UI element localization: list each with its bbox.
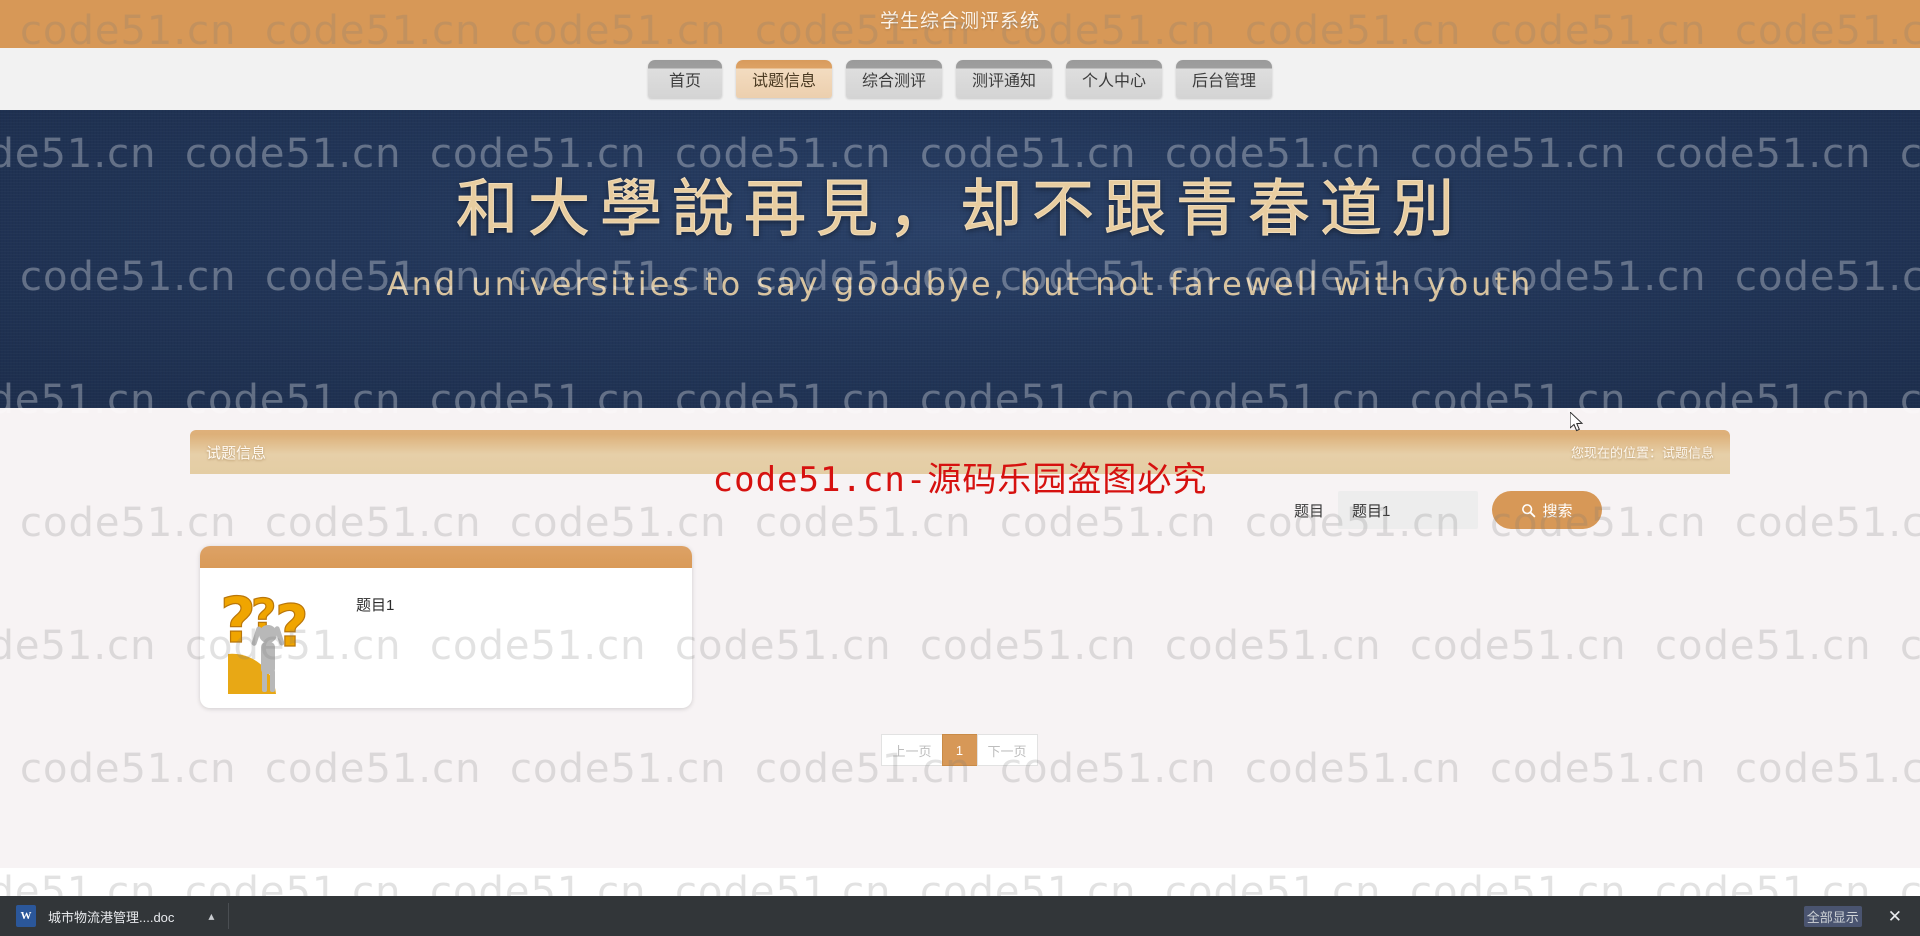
search-icon: [1522, 503, 1536, 517]
search-label: 题目: [1293, 502, 1324, 520]
pagination-page-1[interactable]: 1: [941, 734, 978, 766]
card-body: ? ? ? 题目1: [200, 568, 692, 694]
svg-text:?: ?: [275, 592, 309, 660]
browser-page: 学生综合测评系统 首页 试题信息 综合测评 测评通知 个人中心 后台管理 和大學…: [0, 0, 1920, 936]
card-title: 题目1: [356, 597, 395, 614]
close-icon[interactable]: ✕: [1888, 908, 1902, 925]
search-input[interactable]: [1338, 491, 1478, 529]
search-button[interactable]: 搜索: [1492, 491, 1602, 529]
download-separator: [228, 903, 230, 929]
download-item[interactable]: W 城市物流港管理....doc ▴: [0, 896, 228, 936]
word-doc-icon: W: [16, 905, 36, 927]
breadcrumb: 您现在的位置：试题信息: [1570, 445, 1714, 461]
nav-item-questions[interactable]: 试题信息: [735, 60, 832, 98]
hero-title-cn: 和大學說再見，却不跟青春道別: [455, 172, 1464, 246]
search-button-label: 搜索: [1542, 502, 1573, 520]
hero-subtitle-en: And universities to say goodbye, but not…: [386, 265, 1534, 303]
site-header: 学生综合测评系统: [0, 0, 1920, 48]
card-accent-bar: [200, 546, 692, 568]
question-card-list: ? ? ? 题目1: [190, 546, 1730, 708]
nav-item-admin[interactable]: 后台管理: [1176, 60, 1273, 98]
search-bar: 题目 搜索: [190, 474, 1730, 546]
question-marks-icon: ? ? ?: [218, 576, 328, 694]
nav-item-home[interactable]: 首页: [647, 60, 722, 98]
pagination-prev[interactable]: 上一页: [881, 734, 943, 766]
browser-download-bar: W 城市物流港管理....doc ▴ 全部显示 ✕: [0, 896, 1920, 936]
pagination: 上一页 1 下一页: [190, 734, 1730, 766]
chevron-up-icon[interactable]: ▴: [208, 909, 214, 923]
question-card[interactable]: ? ? ? 题目1: [200, 546, 692, 708]
download-file-name: 城市物流港管理....doc: [48, 909, 175, 925]
hero-banner: 和大學說再見，却不跟青春道別 And universities to say g…: [0, 110, 1920, 408]
panel-header: 试题信息 您现在的位置：试题信息: [190, 430, 1730, 474]
main-nav: 首页 试题信息 综合测评 测评通知 个人中心 后台管理: [0, 48, 1920, 110]
panel-title: 试题信息: [206, 444, 267, 462]
content-container: 试题信息 您现在的位置：试题信息 题目 搜索: [190, 430, 1730, 766]
page-title: 学生综合测评系统: [879, 11, 1040, 32]
nav-item-evaluation[interactable]: 综合测评: [845, 60, 942, 98]
nav-item-profile[interactable]: 个人中心: [1066, 60, 1163, 98]
nav-item-notice[interactable]: 测评通知: [955, 60, 1052, 98]
show-all-downloads-link[interactable]: 全部显示: [1803, 905, 1862, 927]
pagination-next[interactable]: 下一页: [976, 734, 1038, 766]
page-content: 试题信息 您现在的位置：试题信息 题目 搜索: [0, 408, 1920, 868]
download-bar-actions: 全部显示 ✕: [1803, 905, 1920, 927]
